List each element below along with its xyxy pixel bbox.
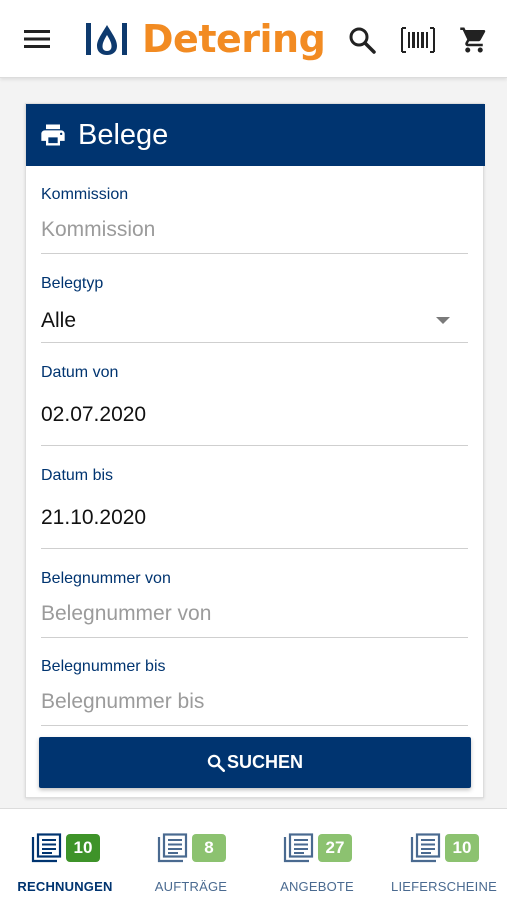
document-list-icon xyxy=(283,833,313,863)
datum-von-label: Datum von xyxy=(41,364,119,381)
brand-logo[interactable]: Detering xyxy=(84,14,326,64)
belegnummer-von-field: Belegnummer von xyxy=(41,566,468,638)
belegtyp-value: Alle xyxy=(41,309,77,332)
nav-item-auftraege[interactable]: 8 AUFTRÄGE xyxy=(136,809,246,900)
kommission-field: Kommission xyxy=(41,182,468,254)
nav-item-label: AUFTRÄGE xyxy=(154,879,228,894)
belege-card: Belege Kommission Belegtyp Alle Datum vo… xyxy=(25,103,485,798)
nav-item-angebote[interactable]: 27 ANGEBOTE xyxy=(262,809,372,900)
kommission-input[interactable] xyxy=(41,218,451,242)
card-title: Belege xyxy=(78,118,169,151)
search-icon[interactable] xyxy=(344,22,380,58)
brand-name: Detering xyxy=(142,17,326,61)
kommission-label: Kommission xyxy=(41,186,129,203)
count-badge: 10 xyxy=(444,834,480,862)
belegtyp-label: Belegtyp xyxy=(41,275,104,292)
belegnummer-von-label: Belegnummer von xyxy=(41,570,171,587)
belegnummer-von-input[interactable] xyxy=(41,602,451,626)
app-root: Detering Belege Kommission Belegtyp xyxy=(0,0,507,900)
belegnummer-bis-input[interactable] xyxy=(41,690,451,714)
hamburger-menu-icon[interactable] xyxy=(20,22,54,56)
top-app-bar: Detering xyxy=(0,0,507,78)
document-list-icon xyxy=(410,833,440,863)
datum-von-value: 02.07.2020 xyxy=(41,403,147,426)
datum-bis-field[interactable]: Datum bis 21.10.2020 xyxy=(41,463,468,549)
brand-logo-mark-icon xyxy=(86,23,127,55)
printer-icon xyxy=(41,124,65,146)
nav-item-label: LIEFERSCHEINE xyxy=(391,879,497,894)
nav-item-rechnungen[interactable]: 10 RECHNUNGEN xyxy=(10,809,120,900)
datum-bis-value: 21.10.2020 xyxy=(41,506,147,529)
card-header: Belege xyxy=(26,104,485,166)
belegnummer-bis-field: Belegnummer bis xyxy=(41,654,468,726)
belegtyp-select[interactable]: Belegtyp Alle xyxy=(41,271,468,343)
count-badge: 27 xyxy=(317,834,353,862)
bottom-navigation: 10 RECHNUNGEN 8 AUFTRÄGE 27 ANGEBOTE 10 … xyxy=(0,808,507,900)
search-icon xyxy=(207,754,225,772)
count-badge: 10 xyxy=(65,834,101,862)
datum-bis-label: Datum bis xyxy=(41,467,114,484)
nav-item-label: RECHNUNGEN xyxy=(17,879,113,894)
dropdown-arrow-icon[interactable] xyxy=(436,317,450,324)
datum-von-field[interactable]: Datum von 02.07.2020 xyxy=(41,360,468,446)
nav-item-lieferscheine[interactable]: 10 LIEFERSCHEINE xyxy=(384,809,504,900)
barcode-scanner-icon[interactable] xyxy=(400,22,436,58)
search-button[interactable]: SUCHEN xyxy=(39,737,471,788)
belegnummer-bis-label: Belegnummer bis xyxy=(41,658,166,675)
document-list-icon xyxy=(157,833,188,863)
nav-item-label: ANGEBOTE xyxy=(280,879,354,894)
search-button-label: SUCHEN xyxy=(226,752,303,772)
shopping-cart-icon[interactable] xyxy=(456,22,492,58)
document-list-icon xyxy=(31,833,61,863)
count-badge: 8 xyxy=(192,834,226,862)
